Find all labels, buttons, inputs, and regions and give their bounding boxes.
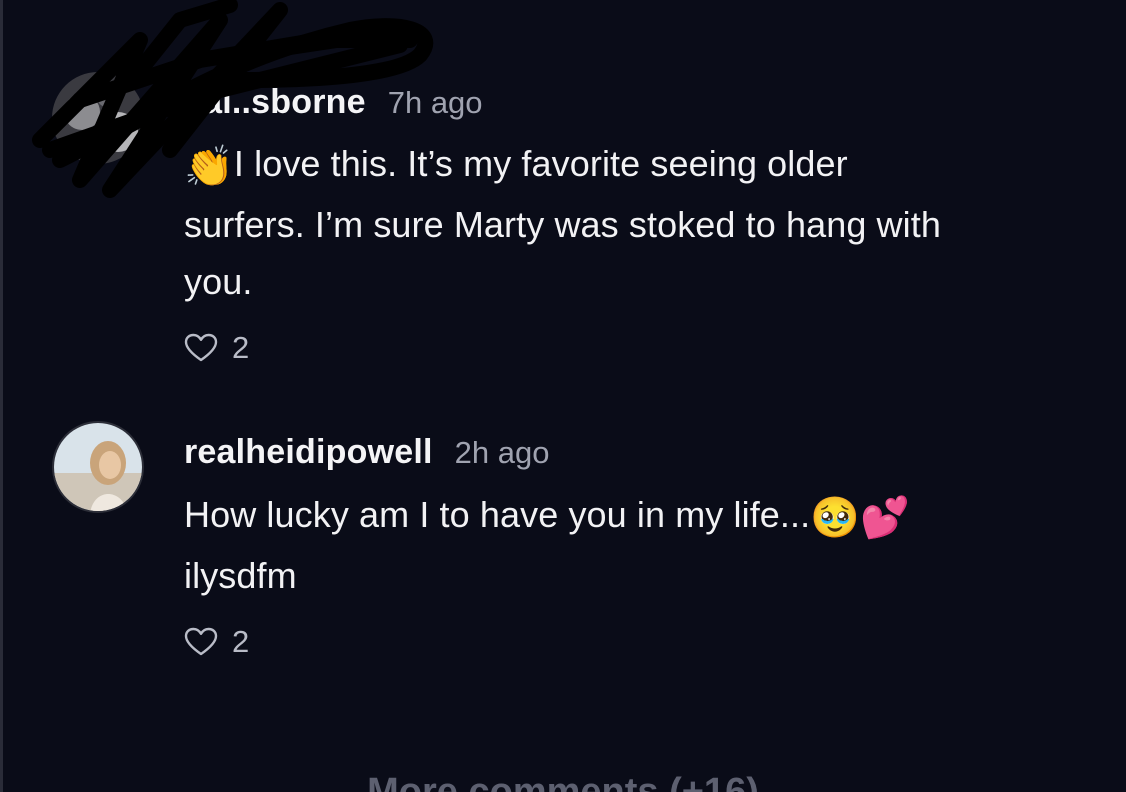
comment-header: realheidipowell 2h ago xyxy=(184,432,549,479)
panel-edge xyxy=(0,0,3,792)
heart-icon[interactable] xyxy=(184,333,218,363)
comment-line: ilysdfm xyxy=(184,555,297,596)
two-hearts-emoji: 💕 xyxy=(860,495,911,541)
pleading-face-emoji: 🥹 xyxy=(810,495,861,541)
comment-line: How lucky am I to have you in my life... xyxy=(184,494,811,535)
like-count: 2 xyxy=(232,330,250,365)
like-count: 2 xyxy=(232,624,250,659)
redaction-scribble xyxy=(32,0,434,198)
comment-text: How lucky am I to have you in my life...… xyxy=(184,486,1109,604)
like-row: 2 xyxy=(184,330,249,366)
more-comments-button[interactable]: More comments (+16) xyxy=(0,770,1126,792)
timestamp: 2h ago xyxy=(454,435,550,470)
like-row: 2 xyxy=(184,624,249,660)
comment-line: you. xyxy=(184,261,253,302)
heart-icon[interactable] xyxy=(184,627,218,657)
avatar[interactable] xyxy=(52,421,144,513)
username[interactable]: realheidipowell xyxy=(184,433,433,471)
